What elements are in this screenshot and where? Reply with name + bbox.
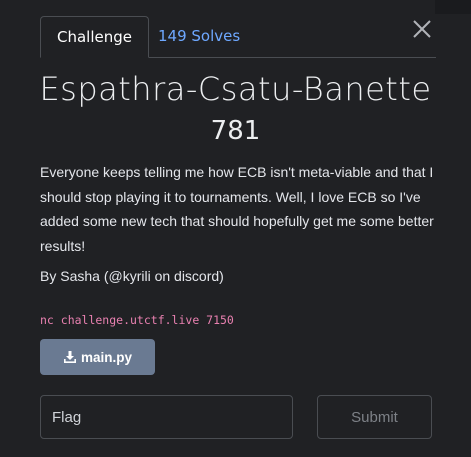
submit-button[interactable]: Submit: [317, 395, 432, 439]
close-icon: [413, 20, 431, 38]
download-icon: [63, 351, 76, 363]
challenge-title: Espathra-Csatu-Banette: [39, 70, 432, 108]
download-main-py-button[interactable]: main.py: [40, 339, 155, 375]
close-button[interactable]: [411, 18, 433, 40]
challenge-points: 781: [210, 116, 261, 146]
challenge-author: By Sasha (@kyrili on discord): [40, 268, 224, 284]
challenge-description: Everyone keeps telling me how ECB isn't …: [40, 164, 434, 254]
tab-challenge[interactable]: Challenge: [40, 16, 149, 58]
tab-bar: Challenge 149 Solves: [40, 16, 436, 58]
download-label: main.py: [80, 349, 132, 365]
flag-input[interactable]: [40, 395, 293, 439]
connection-command: nc challenge.utctf.live 7150: [40, 313, 234, 327]
window-corner: [435, 0, 471, 14]
tab-solves[interactable]: 149 Solves: [158, 16, 240, 56]
